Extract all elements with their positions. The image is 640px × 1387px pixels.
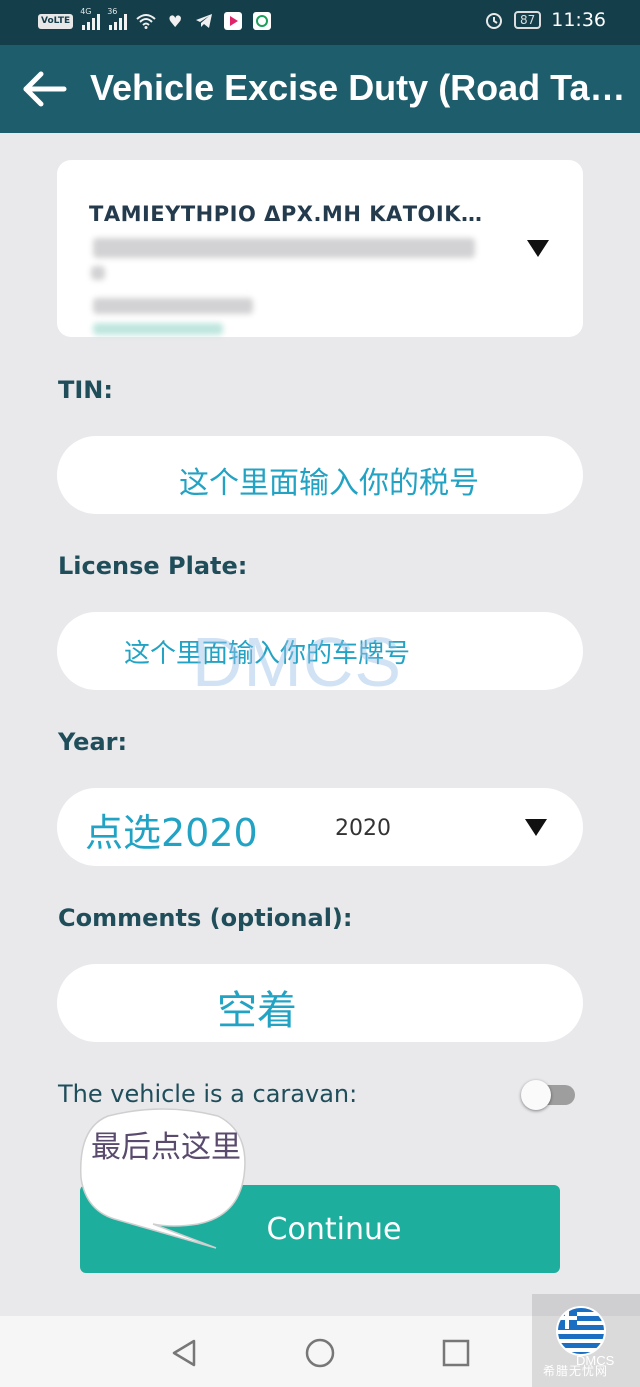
license-plate-hint: 这个里面输入你的车牌号: [124, 639, 411, 669]
year-hint: 点选2020: [85, 811, 258, 855]
comments-input[interactable]: 空着: [57, 964, 583, 1042]
account-name: ΤΑΜΙΕΥΤΗΡΙΟ ΔΡΧ.ΜΗ ΚΑΤΟΙΚ…: [89, 202, 483, 226]
license-plate-input[interactable]: 这个里面输入你的车牌号: [57, 612, 583, 690]
account-balance-blurred: [93, 323, 223, 335]
account-detail-blurred: [91, 266, 105, 280]
heart-rate-icon: ♥: [168, 11, 183, 31]
signal-icon: 4G: [80, 7, 101, 30]
status-bar: VoLTE 4G 36 ♥ 87 11:36: [0, 0, 640, 45]
alarm-icon: [484, 10, 504, 30]
year-select[interactable]: 点选2020 2020: [57, 788, 583, 866]
clock: 11:36: [551, 9, 606, 31]
volte-badge: VoLTE: [38, 13, 74, 29]
tin-hint: 这个里面输入你的税号: [179, 466, 479, 501]
status-right-icons: 87 11:36: [484, 9, 606, 31]
video-app-icon: [223, 11, 243, 31]
comments-label: Comments (optional):: [58, 904, 353, 932]
page-title: Vehicle Excise Duty (Road Ta…: [90, 67, 626, 108]
tin-input[interactable]: 这个里面输入你的税号: [57, 436, 583, 514]
annotation-bubble: 最后点这里: [78, 1108, 248, 1258]
toggle-knob: [521, 1080, 551, 1110]
back-triangle-icon[interactable]: [167, 1336, 201, 1370]
logo-caption: 希腊无忧网: [543, 1364, 609, 1378]
tin-label: TIN:: [58, 376, 113, 404]
signal-icon-2: 36: [107, 7, 128, 30]
account-iban-blurred: [93, 238, 475, 258]
year-label: Year:: [58, 728, 128, 756]
year-value: 2020: [335, 816, 391, 841]
recents-square-icon[interactable]: [439, 1336, 473, 1370]
arrow-left-icon[interactable]: [22, 71, 68, 107]
chat-app-icon: [252, 11, 272, 31]
dropdown-arrow-icon: [525, 817, 547, 837]
annotation-text: 最后点这里: [91, 1130, 241, 1165]
account-select[interactable]: ΤΑΜΙΕΥΤΗΡΙΟ ΔΡΧ.ΜΗ ΚΑΤΟΙΚ…: [57, 160, 583, 337]
home-circle-icon[interactable]: [303, 1336, 337, 1370]
battery-indicator: 87: [513, 11, 542, 29]
license-plate-label: License Plate:: [58, 552, 248, 580]
dropdown-arrow-icon: [527, 238, 549, 258]
status-left-icons: VoLTE 4G 36 ♥: [38, 7, 272, 31]
caravan-toggle[interactable]: [521, 1080, 577, 1110]
caravan-label: The vehicle is a caravan:: [58, 1080, 358, 1108]
telegram-icon: [194, 11, 214, 31]
comments-hint: 空着: [217, 988, 297, 1034]
app-bar: Vehicle Excise Duty (Road Ta…: [0, 45, 640, 133]
account-holder-blurred: [93, 298, 253, 314]
wifi-icon: [136, 11, 156, 31]
continue-label: Continue: [266, 1211, 402, 1247]
